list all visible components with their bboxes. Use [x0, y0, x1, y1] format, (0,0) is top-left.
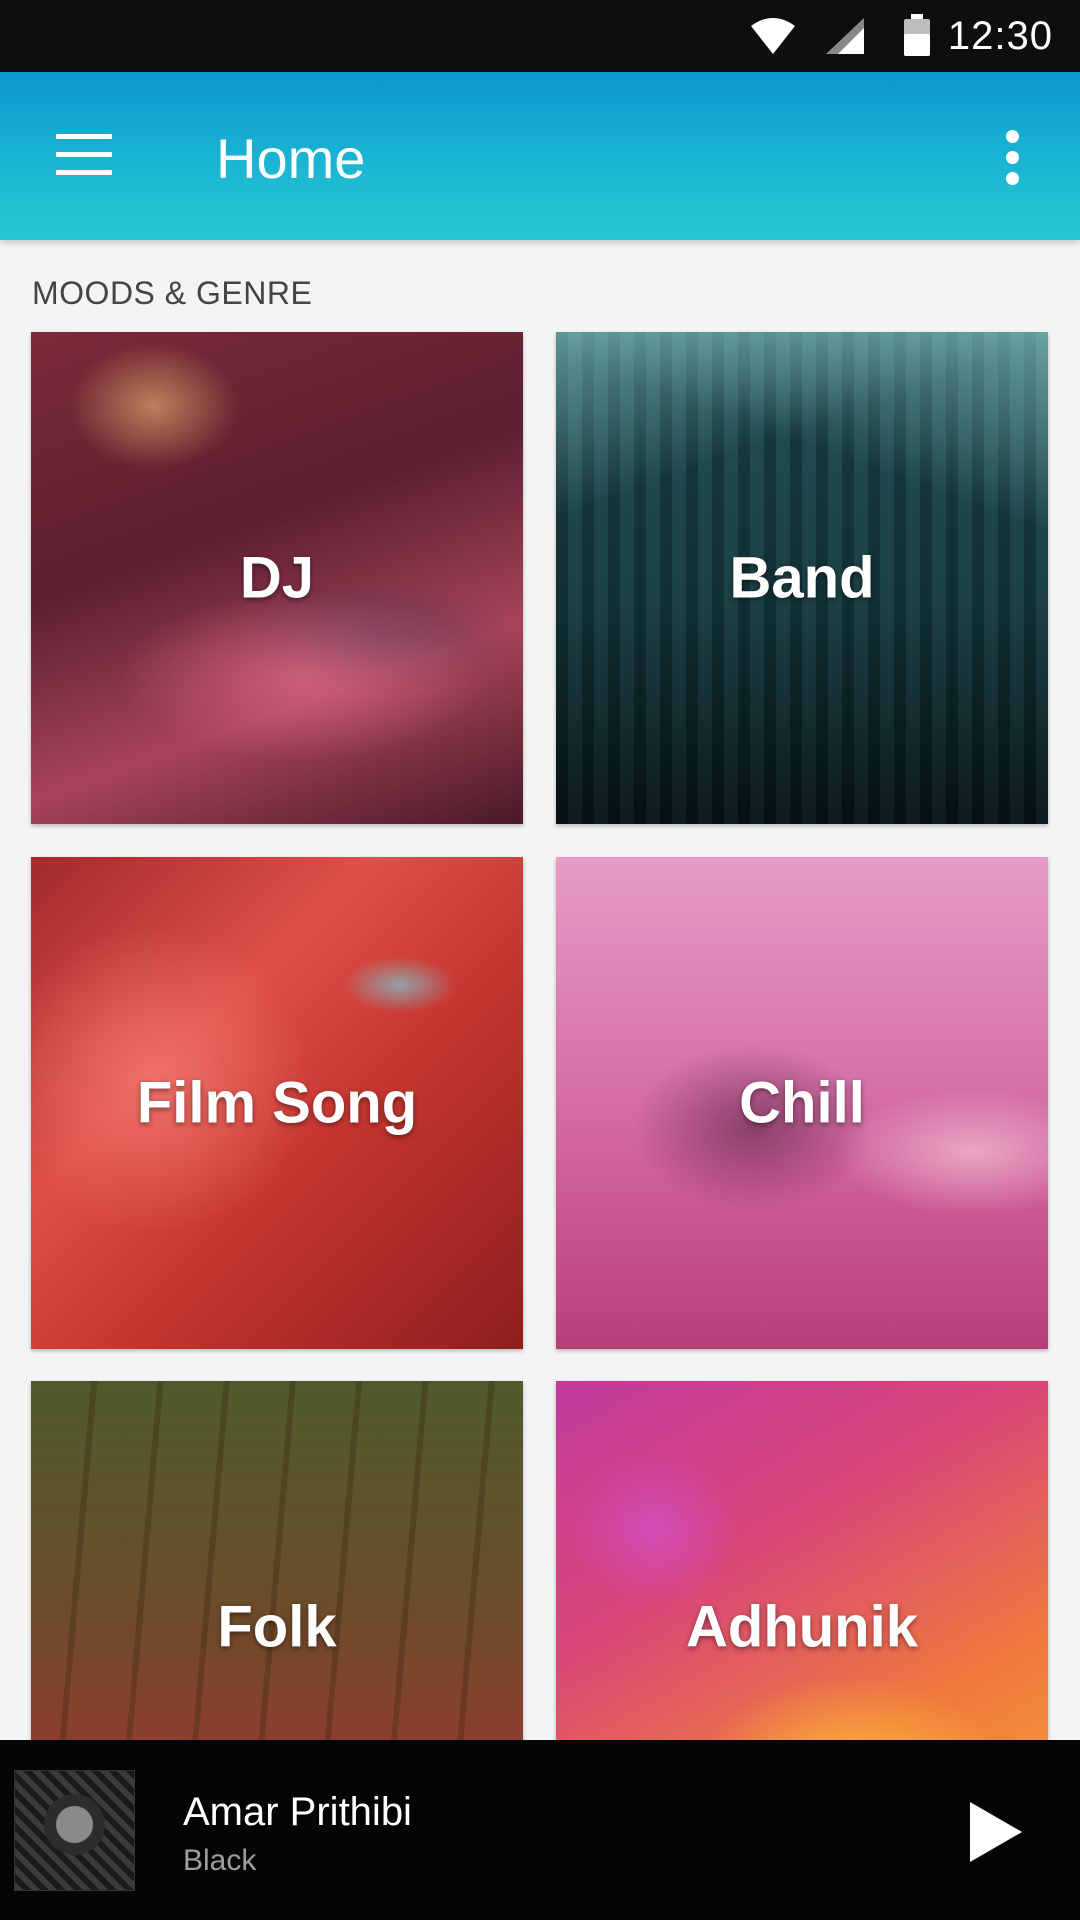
genre-tile-film-song[interactable]: Film Song [31, 857, 523, 1349]
now-playing-artist: Black [183, 1844, 257, 1877]
page-title: Home [216, 127, 366, 190]
now-playing-bar[interactable]: Amar Prithibi Black [0, 1740, 1080, 1920]
hamburger-menu-icon[interactable] [56, 134, 112, 176]
genre-label: DJ [239, 545, 315, 611]
clock: 12:30 [947, 14, 1053, 58]
genre-label: Folk [217, 1594, 337, 1660]
genre-tile-dj[interactable]: DJ [31, 332, 523, 824]
album-art [14, 1770, 135, 1891]
battery-icon [902, 14, 932, 61]
play-icon[interactable] [966, 1800, 1026, 1864]
genre-tile-chill[interactable]: Chill [556, 857, 1048, 1349]
genre-label: Adhunik [686, 1594, 918, 1660]
now-playing-title: Amar Prithibi [183, 1790, 412, 1834]
more-vert-icon[interactable] [998, 130, 1030, 186]
app-bar: Home [0, 72, 1080, 240]
genre-label: Film Song [136, 1070, 418, 1136]
genre-label: Band [729, 545, 875, 611]
genre-tile-band[interactable]: Band [556, 332, 1048, 824]
status-bar: 12:30 [0, 0, 1080, 72]
section-title: MOODS & GENRE [32, 275, 313, 311]
signal-icon [826, 18, 866, 59]
wifi-icon [749, 16, 797, 61]
genre-label: Chill [739, 1070, 865, 1136]
